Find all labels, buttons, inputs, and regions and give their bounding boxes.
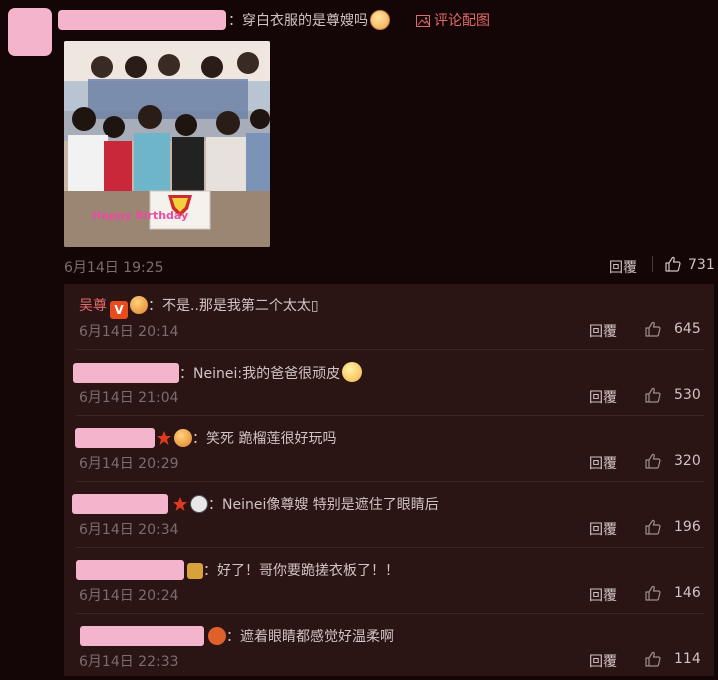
thumbs-up-icon (645, 651, 661, 667)
reply-button[interactable]: 回覆 (589, 651, 617, 671)
replies-panel: 吴尊 V ：不是..那是我第二个太太▯ 6月14日 20:14 回覆 645 ：Ne… (64, 284, 714, 676)
like-button[interactable] (664, 255, 682, 277)
reply-button[interactable]: 回覆 (589, 585, 617, 605)
username-redacted[interactable] (80, 626, 204, 646)
reply-timestamp: 6月14日 20:34 (79, 522, 179, 538)
like-button[interactable] (644, 452, 662, 474)
username-redacted[interactable] (73, 363, 179, 383)
member-badge-icon (130, 296, 148, 314)
like-count: 146 (674, 585, 701, 601)
emoji-icon (370, 10, 390, 30)
reply-timestamp: 6月14日 20:14 (79, 324, 179, 340)
reply-text: ：笑死 跪榴莲很好玩吗 (192, 431, 337, 447)
reply-button[interactable]: 回覆 (589, 519, 617, 539)
comment-text: ：穿白衣服的是尊嫂吗 (228, 10, 390, 32)
reply-text: ：不是..那是我第二个太太▯ (148, 298, 319, 314)
username-redacted[interactable] (75, 428, 155, 448)
avatar[interactable] (8, 8, 52, 56)
reply-item: ：遮着眼睛都感觉好温柔啊 6月14日 22:33 回覆 114 (64, 614, 714, 680)
comment-photo[interactable]: Happy Birthday (64, 41, 270, 247)
emoji-icon (342, 362, 363, 382)
red-badge-icon (208, 627, 226, 645)
like-button[interactable] (644, 320, 662, 342)
like-button[interactable] (644, 518, 662, 540)
reply-timestamp: 6月14日 20:24 (79, 588, 179, 604)
reply-button[interactable]: 回覆 (589, 453, 617, 473)
thumbs-up-icon (645, 453, 661, 469)
like-button[interactable] (644, 386, 662, 408)
like-count: 196 (674, 519, 701, 535)
star-badge-icon (173, 497, 187, 511)
member-badge-icon (174, 429, 192, 447)
like-button[interactable] (644, 584, 662, 606)
thumbs-up-icon (665, 256, 681, 272)
thumbs-up-icon (645, 585, 661, 601)
star-badge-icon (157, 431, 171, 445)
like-button[interactable] (644, 650, 662, 672)
reply-text: ：Neinei像尊嫂 特别是遮住了眼睛后 (208, 497, 439, 513)
comment-timestamp: 6月14日 19:25 (64, 260, 164, 276)
username-redacted[interactable] (72, 494, 168, 514)
reply-text: ：遮着眼睛都感觉好温柔啊 (226, 629, 394, 645)
username-redacted[interactable] (76, 560, 184, 580)
reply-item: 吴尊 V ：不是..那是我第二个太太▯ 6月14日 20:14 回覆 645 (64, 284, 714, 350)
like-count: 731 (688, 257, 715, 273)
reply-button[interactable]: 回覆 (589, 321, 617, 341)
scroll-badge-icon (187, 563, 203, 579)
like-count: 114 (674, 651, 701, 667)
reply-text: ：Neinei:我的爸爸很顽皮 (179, 366, 341, 382)
thumbs-up-icon (645, 387, 661, 403)
reply-timestamp: 6月14日 20:29 (79, 456, 179, 472)
reply-item: ：笑死 跪榴莲很好玩吗 6月14日 20:29 回覆 320 (64, 416, 714, 482)
like-count: 530 (674, 387, 701, 403)
thumbs-up-icon (645, 321, 661, 337)
view-attached-image-link[interactable]: 评论配图 (416, 10, 490, 32)
reply-username[interactable]: 吴尊 (79, 298, 107, 314)
panda-badge-icon (190, 495, 208, 513)
username-redacted[interactable] (58, 10, 226, 30)
divider (652, 256, 653, 272)
reply-text: ：好了！哥你要跪搓衣板了！！ (203, 563, 399, 579)
reply-timestamp: 6月14日 21:04 (79, 390, 179, 406)
like-count: 320 (674, 453, 701, 469)
verified-v-icon: V (110, 301, 128, 319)
birthday-banner: Happy Birthday (92, 209, 188, 222)
reply-timestamp: 6月14日 22:33 (79, 654, 179, 670)
image-icon (416, 15, 430, 27)
thumbs-up-icon (645, 519, 661, 535)
like-count: 645 (674, 321, 701, 337)
reply-button[interactable]: 回覆 (589, 387, 617, 407)
reply-item: ：Neinei像尊嫂 特别是遮住了眼睛后 6月14日 20:34 回覆 196 (64, 482, 714, 548)
reply-button[interactable]: 回覆 (609, 257, 637, 277)
reply-item: ：Neinei:我的爸爸很顽皮 6月14日 21:04 回覆 530 (64, 350, 714, 416)
reply-item: ：好了！哥你要跪搓衣板了！！ 6月14日 20:24 回覆 146 (64, 548, 714, 614)
